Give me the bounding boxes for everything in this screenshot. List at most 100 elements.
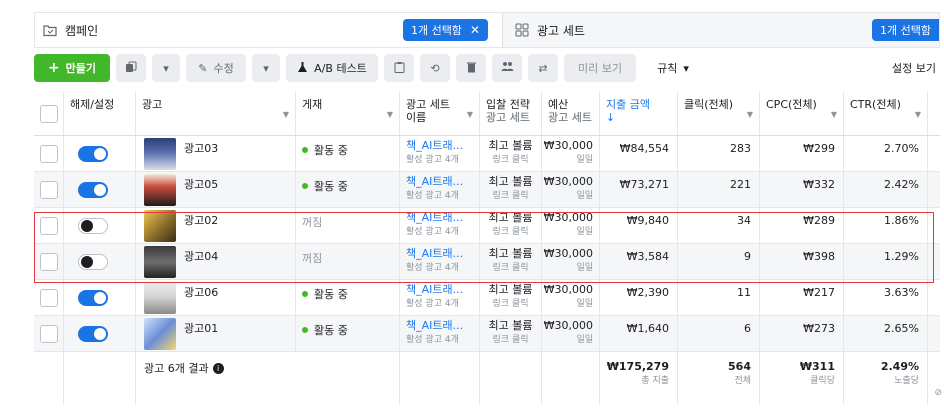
row-delivery-cell: 꺼짐: [296, 244, 400, 279]
duplicate-dropdown-button[interactable]: ▾: [152, 54, 180, 82]
sort-desc-icon: ↓: [606, 111, 616, 124]
ad-toggle-switch[interactable]: [78, 218, 108, 234]
column-bid-header[interactable]: 입찰 전략 광고 세트: [480, 92, 542, 135]
ad-name-link[interactable]: 광고03: [184, 140, 218, 156]
row-checkbox[interactable]: [40, 145, 58, 163]
create-button[interactable]: + 만들기: [34, 54, 110, 82]
row-budget-cell: ₩30,000 일일: [542, 316, 600, 351]
ad-toggle-switch[interactable]: [78, 254, 108, 270]
clipboard-button[interactable]: [384, 54, 414, 82]
table-row[interactable]: 광고03 활동 중 책_AI트래... 활성 광고 4개 최고 볼륨 링크 클릭 ₩30,0…: [34, 136, 940, 172]
row-spend-cell: ₩73,271: [600, 172, 678, 207]
adset-active-count: 활성 광고 4개: [406, 191, 459, 201]
row-checkbox[interactable]: [40, 289, 58, 307]
column-toggle-header[interactable]: 해제/설정: [64, 92, 136, 135]
column-cpc-label: CPC(전체): [766, 98, 817, 111]
column-spend-header[interactable]: 지출 금액 ↓: [600, 92, 678, 135]
undo-button[interactable]: ⟲: [420, 54, 450, 82]
adset-name-link[interactable]: 책_AI트래...: [406, 211, 463, 225]
preview-button[interactable]: 미리 보기: [564, 54, 636, 82]
adset-name-link[interactable]: 책_AI트래...: [406, 139, 463, 153]
edit-dropdown-button[interactable]: ▾: [252, 54, 280, 82]
budget-value: ₩30,000: [543, 283, 593, 296]
share-button[interactable]: ⇄: [528, 54, 558, 82]
column-adset-header[interactable]: 광고 세트 이름 ▼: [400, 92, 480, 135]
column-delivery-header[interactable]: 게재 ▼: [296, 92, 400, 135]
table-row[interactable]: 광고05 활동 중 책_AI트래... 활성 광고 4개 최고 볼륨 링크 클릭 ₩30,0…: [34, 172, 940, 208]
edit-button[interactable]: ✎ 수정: [186, 54, 246, 82]
table-row[interactable]: 광고06 활동 중 책_AI트래... 활성 광고 4개 최고 볼륨 링크 클릭 ₩30,0…: [34, 280, 940, 316]
row-delivery-cell: 활동 중: [296, 280, 400, 315]
active-dot-icon: [302, 183, 308, 189]
row-cpc-cell: ₩273: [760, 316, 844, 351]
ad-name-link[interactable]: 광고02: [184, 212, 218, 228]
row-checkbox[interactable]: [40, 217, 58, 235]
rules-button[interactable]: 규칙 ▾: [642, 54, 704, 82]
row-checkbox[interactable]: [40, 325, 58, 343]
budget-period: 일일: [576, 227, 593, 237]
ad-thumbnail[interactable]: [144, 282, 176, 314]
adset-name-link[interactable]: 책_AI트래...: [406, 283, 463, 297]
row-ctr-cell: 1.86%: [844, 208, 928, 243]
select-all-checkbox[interactable]: [40, 105, 58, 123]
tab-campaign[interactable]: 캠페인 1개 선택함 ✕: [34, 12, 502, 48]
column-clicks-header[interactable]: 클릭(전체) ▼: [678, 92, 760, 135]
ad-name-link[interactable]: 광고06: [184, 284, 218, 300]
row-delivery-cell: 활동 중: [296, 136, 400, 171]
adset-name-link[interactable]: 책_AI트래...: [406, 247, 463, 261]
adset-name-link[interactable]: 책_AI트래...: [406, 175, 463, 189]
column-ctr-header[interactable]: CTR(전체) ▼: [844, 92, 928, 135]
ad-thumbnail[interactable]: [144, 210, 176, 242]
clicks-value: 6: [744, 322, 751, 335]
table-row[interactable]: 광고04 꺼짐 책_AI트래... 활성 광고 4개 최고 볼륨 링크 클릭 ₩30,000…: [34, 244, 940, 280]
adset-name-link[interactable]: 책_AI트래...: [406, 319, 463, 333]
bid-strategy-sub: 링크 클릭: [492, 227, 529, 237]
table-row[interactable]: 광고01 활동 중 책_AI트래... 활성 광고 4개 최고 볼륨 링크 클릭 ₩30,0…: [34, 316, 940, 352]
column-name-label: 광고: [142, 98, 163, 111]
preview-button-label: 미리 보기: [578, 62, 622, 75]
close-icon[interactable]: ✕: [470, 23, 480, 37]
delete-button[interactable]: [456, 54, 486, 82]
ad-name-link[interactable]: 광고01: [184, 320, 218, 336]
ad-toggle-switch[interactable]: [78, 290, 108, 306]
row-cpc-cell: ₩332: [760, 172, 844, 207]
ad-name-link[interactable]: 광고04: [184, 248, 218, 264]
ad-toggle-switch[interactable]: [78, 146, 108, 162]
active-dot-icon: [302, 327, 308, 333]
clipboard-icon: [394, 61, 405, 76]
row-spend-cell: ₩9,840: [600, 208, 678, 243]
active-dot-icon: [302, 147, 308, 153]
row-checkbox[interactable]: [40, 181, 58, 199]
ad-toggle-switch[interactable]: [78, 182, 108, 198]
ad-thumbnail[interactable]: [144, 246, 176, 278]
row-ctr-cell: 2.70%: [844, 136, 928, 171]
selected-count-pill[interactable]: 1개 선택함 ✕: [402, 19, 488, 41]
budget-period: 일일: [576, 263, 593, 273]
row-checkbox-cell: [34, 244, 64, 279]
footer-empty-cell: [480, 352, 542, 404]
ad-name-link[interactable]: 광고05: [184, 176, 218, 192]
row-more-cell: [928, 244, 940, 279]
tab-adset[interactable]: 광고 세트 1개 선택함: [502, 12, 940, 48]
audience-button[interactable]: [492, 54, 522, 82]
column-budget-header[interactable]: 예산 광고 세트: [542, 92, 600, 135]
table-row[interactable]: 광고02 꺼짐 책_AI트래... 활성 광고 4개 최고 볼륨 링크 클릭 ₩30,000…: [34, 208, 940, 244]
tab-campaign-label: 캠페인: [65, 23, 99, 38]
ad-toggle-switch[interactable]: [78, 326, 108, 342]
ad-thumbnail[interactable]: [144, 138, 176, 170]
ad-thumbnail[interactable]: [144, 174, 176, 206]
delivery-status-label: 꺼짐: [302, 252, 323, 265]
budget-value: ₩30,000: [543, 247, 593, 260]
settings-link[interactable]: 설정 보기: [892, 60, 936, 76]
column-cpc-header[interactable]: CPC(전체) ▼: [760, 92, 844, 135]
ad-thumbnail[interactable]: [144, 318, 176, 350]
adset-selected-pill[interactable]: 1개 선택함: [872, 19, 939, 41]
info-icon[interactable]: i: [212, 362, 224, 374]
row-budget-cell: ₩30,000 일일: [542, 244, 600, 279]
ab-test-button[interactable]: A/B 테스트: [286, 54, 378, 82]
table-body: 광고03 활동 중 책_AI트래... 활성 광고 4개 최고 볼륨 링크 클릭 ₩30,0…: [34, 136, 940, 352]
column-name-header[interactable]: 광고 ▼: [136, 92, 296, 135]
duplicate-button[interactable]: [116, 54, 146, 82]
undo-icon: ⟲: [430, 61, 440, 75]
row-checkbox[interactable]: [40, 253, 58, 271]
